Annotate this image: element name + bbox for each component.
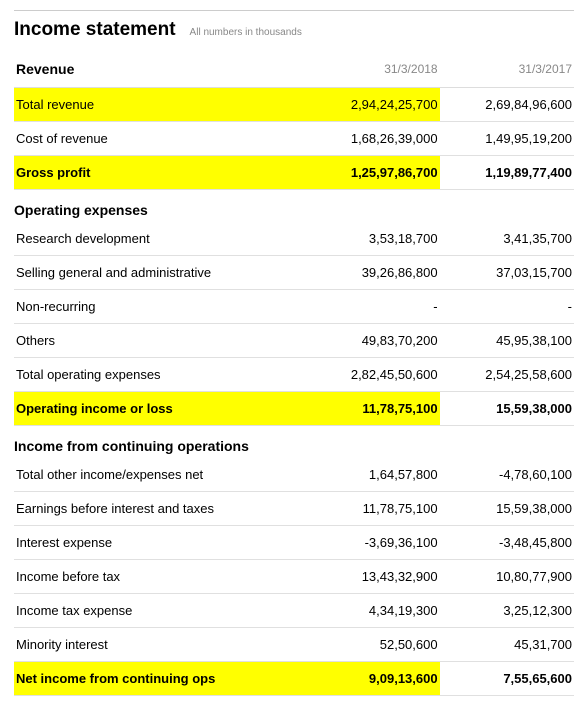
row-value-v2: -3,48,45,800 xyxy=(440,526,574,560)
revenue-header-row: Revenue 31/3/2018 31/3/2017 xyxy=(14,55,574,88)
date-col-2: 31/3/2017 xyxy=(440,55,574,88)
table-row: Others49,83,70,20045,95,38,100 xyxy=(14,324,574,358)
date-col-1: 31/3/2018 xyxy=(305,55,439,88)
table-row: Total revenue2,94,24,25,7002,69,84,96,60… xyxy=(14,88,574,122)
table-row: Non-recurring-- xyxy=(14,290,574,324)
row-label: Operating income or loss xyxy=(14,392,305,426)
table-row: Total operating expenses2,82,45,50,6002,… xyxy=(14,358,574,392)
table-row: Net income from continuing ops9,09,13,60… xyxy=(14,662,574,696)
row-value-v1: 2,82,45,50,600 xyxy=(305,358,439,392)
row-value-v2: 3,41,35,700 xyxy=(440,222,574,256)
row-value-v1: 4,34,19,300 xyxy=(305,594,439,628)
table-row: Earnings before interest and taxes11,78,… xyxy=(14,492,574,526)
row-value-v1: 1,64,57,800 xyxy=(305,458,439,492)
row-value-v2: 1,19,89,77,400 xyxy=(440,156,574,190)
row-value-v1: 1,68,26,39,000 xyxy=(305,122,439,156)
table-row: Gross profit1,25,97,86,7001,19,89,77,400 xyxy=(14,156,574,190)
row-value-v2: 15,59,38,000 xyxy=(440,392,574,426)
table-row: Minority interest52,50,60045,31,700 xyxy=(14,628,574,662)
row-value-v2: 1,49,95,19,200 xyxy=(440,122,574,156)
row-label: Gross profit xyxy=(14,156,305,190)
row-value-v1: 39,26,86,800 xyxy=(305,256,439,290)
opex-header-row: Operating expenses xyxy=(14,198,574,222)
income-statement: Income statement All numbers in thousand… xyxy=(0,0,588,710)
revenue-heading: Revenue xyxy=(16,57,74,81)
row-label: Others xyxy=(14,324,305,358)
table-row: Income tax expense4,34,19,3003,25,12,300 xyxy=(14,594,574,628)
page-subtitle: All numbers in thousands xyxy=(190,27,302,38)
row-label: Minority interest xyxy=(14,628,305,662)
opex-heading: Operating expenses xyxy=(14,198,574,222)
row-value-v2: 45,31,700 xyxy=(440,628,574,662)
table-row: Interest expense-3,69,36,100-3,48,45,800 xyxy=(14,526,574,560)
row-label: Total other income/expenses net xyxy=(14,458,305,492)
table-row: Selling general and administrative39,26,… xyxy=(14,256,574,290)
row-label: Total revenue xyxy=(14,88,305,122)
contops-heading: Income from continuing operations xyxy=(14,434,574,458)
row-value-v1: 9,09,13,600 xyxy=(305,662,439,696)
row-label: Earnings before interest and taxes xyxy=(14,492,305,526)
row-value-v2: 45,95,38,100 xyxy=(440,324,574,358)
table-row: Operating income or loss11,78,75,10015,5… xyxy=(14,392,574,426)
row-label: Selling general and administrative xyxy=(14,256,305,290)
row-value-v1: 1,25,97,86,700 xyxy=(305,156,439,190)
row-value-v2: -4,78,60,100 xyxy=(440,458,574,492)
row-value-v2: 15,59,38,000 xyxy=(440,492,574,526)
row-value-v1: 11,78,75,100 xyxy=(305,492,439,526)
row-value-v1: 13,43,32,900 xyxy=(305,560,439,594)
table-row: Cost of revenue1,68,26,39,0001,49,95,19,… xyxy=(14,122,574,156)
row-label: Cost of revenue xyxy=(14,122,305,156)
table-row: Total other income/expenses net1,64,57,8… xyxy=(14,458,574,492)
row-value-v1: 49,83,70,200 xyxy=(305,324,439,358)
page-title: Income statement xyxy=(14,19,176,41)
row-value-v2: 10,80,77,900 xyxy=(440,560,574,594)
row-value-v1: 2,94,24,25,700 xyxy=(305,88,439,122)
row-value-v2: 2,54,25,58,600 xyxy=(440,358,574,392)
row-value-v2: 7,55,65,600 xyxy=(440,662,574,696)
row-label: Research development xyxy=(14,222,305,256)
row-value-v2: 2,69,84,96,600 xyxy=(440,88,574,122)
row-value-v1: -3,69,36,100 xyxy=(305,526,439,560)
row-label: Net income from continuing ops xyxy=(14,662,305,696)
contops-header-row: Income from continuing operations xyxy=(14,434,574,458)
row-value-v2: 37,03,15,700 xyxy=(440,256,574,290)
page-header: Income statement All numbers in thousand… xyxy=(14,10,574,41)
row-value-v1: 11,78,75,100 xyxy=(305,392,439,426)
row-label: Interest expense xyxy=(14,526,305,560)
row-value-v1: 3,53,18,700 xyxy=(305,222,439,256)
table-row: Research development3,53,18,7003,41,35,7… xyxy=(14,222,574,256)
row-label: Income tax expense xyxy=(14,594,305,628)
row-label: Non-recurring xyxy=(14,290,305,324)
row-value-v2: 3,25,12,300 xyxy=(440,594,574,628)
row-value-v2: - xyxy=(440,290,574,324)
financial-table: Revenue 31/3/2018 31/3/2017 Total revenu… xyxy=(14,55,574,696)
row-label: Income before tax xyxy=(14,560,305,594)
row-label: Total operating expenses xyxy=(14,358,305,392)
row-value-v1: 52,50,600 xyxy=(305,628,439,662)
row-value-v1: - xyxy=(305,290,439,324)
table-row: Income before tax13,43,32,90010,80,77,90… xyxy=(14,560,574,594)
